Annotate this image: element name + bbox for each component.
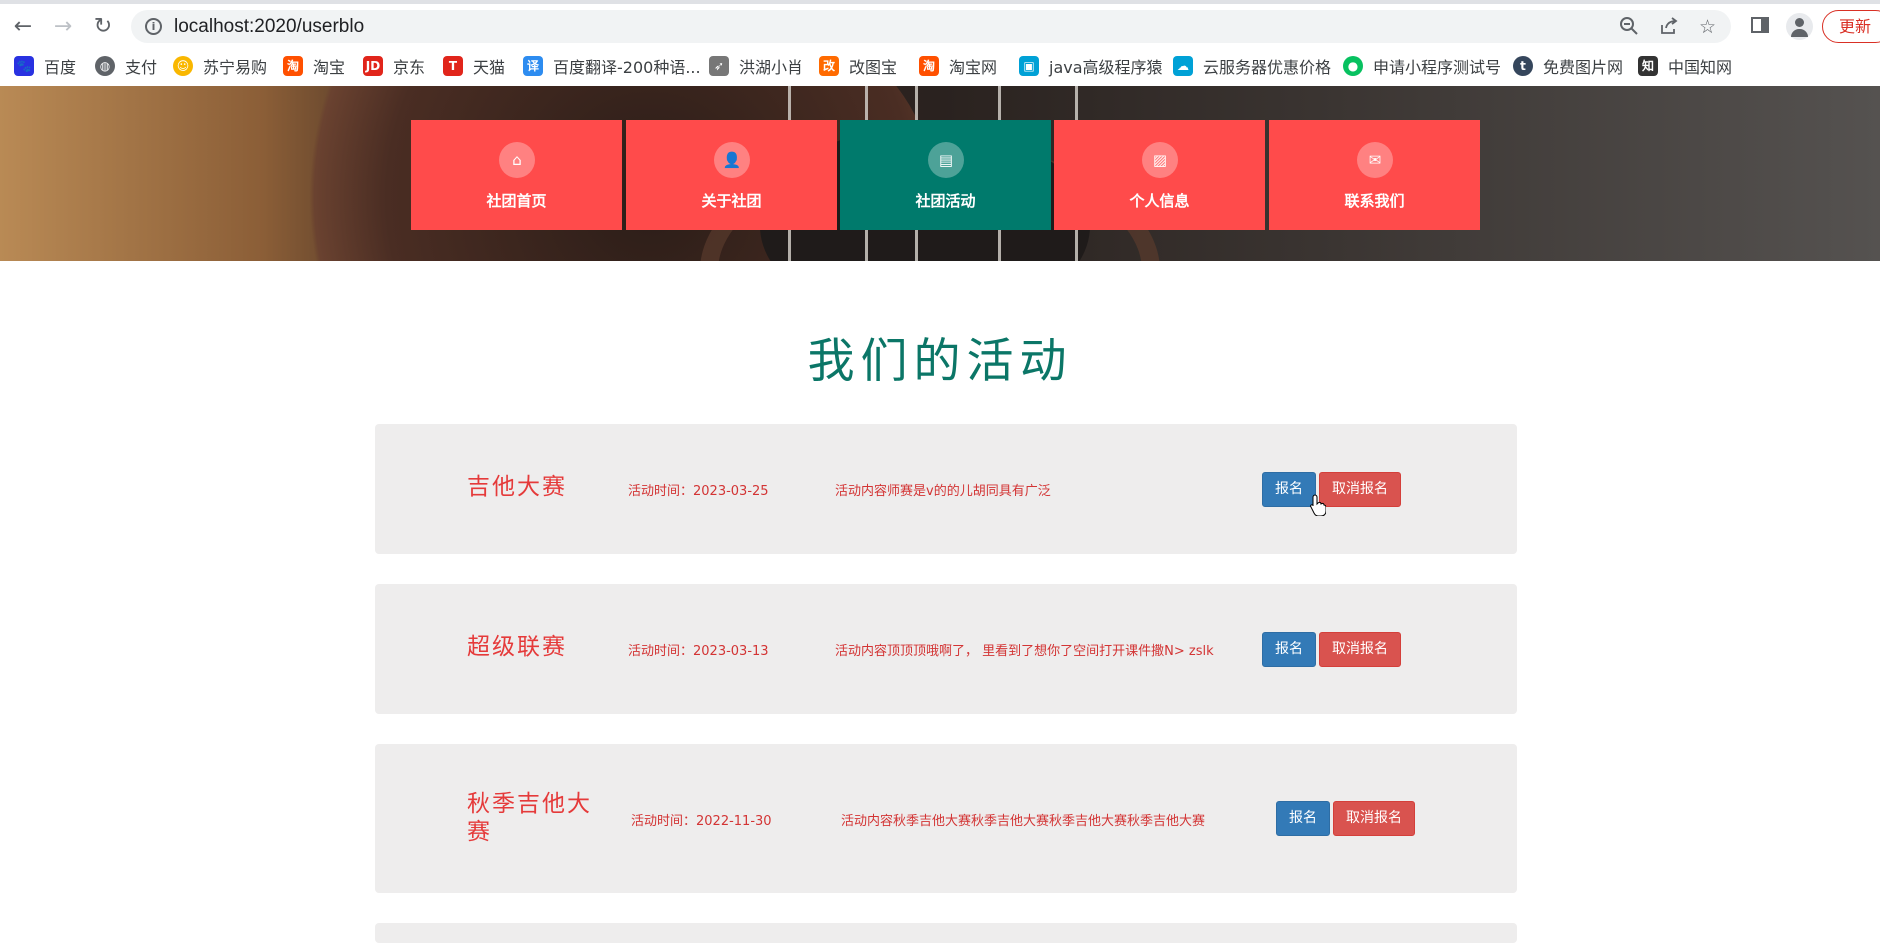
gaitubao-icon: 改: [819, 56, 839, 76]
activity-name: 秋季吉他大赛: [467, 791, 592, 845]
bookmark-item[interactable]: ☺ 苏宁易购: [173, 54, 267, 78]
taobao-icon: 淘: [919, 56, 939, 76]
envelope-icon: ✉: [1357, 142, 1393, 178]
nav-tile-home[interactable]: ⌂ 社团首页: [411, 120, 622, 230]
activity-content: 活动内容顶顶顶哦啊了， 里看到了想你了空间打开课件撒N> zslk: [835, 644, 1214, 659]
address-bar[interactable]: i localhost:2020/userblo ☆: [131, 10, 1731, 43]
suning-icon: ☺: [173, 56, 193, 76]
rocket-icon: ➶: [709, 56, 729, 76]
cloud-icon: ☁: [1173, 56, 1193, 76]
bookmark-item[interactable]: 知中国知网: [1638, 54, 1732, 78]
signup-button[interactable]: 报名: [1262, 472, 1316, 507]
bookmark-item[interactable]: 译百度翻译-200种语...: [523, 54, 701, 78]
activity-time: 活动时间：2022-11-30: [631, 814, 772, 829]
cancel-signup-button[interactable]: 取消报名: [1319, 632, 1401, 667]
activity-time: 活动时间：2023-03-13: [628, 644, 769, 659]
tumblr-icon: t: [1513, 56, 1533, 76]
bookmark-star-icon[interactable]: ☆: [1699, 16, 1716, 38]
nav-tile-profile[interactable]: ▨ 个人信息: [1054, 120, 1265, 230]
page-title: 我们的活动: [807, 334, 1073, 389]
url-text[interactable]: localhost:2020/userblo: [174, 16, 364, 38]
signup-button[interactable]: 报名: [1262, 632, 1316, 667]
tmall-icon: T: [443, 56, 463, 76]
activity-name: 吉他大赛: [467, 474, 567, 500]
cnki-icon: 知: [1638, 56, 1658, 76]
cancel-signup-button[interactable]: 取消报名: [1319, 472, 1401, 507]
browser-toolbar: ← → ↻ i localhost:2020/userblo ☆ 更新: [0, 0, 1880, 46]
picture-icon: ▨: [1142, 142, 1178, 178]
activity-card: 秋季吉他大赛 活动时间：2022-11-30 活动内容秋季吉他大赛秋季吉他大赛秋…: [375, 744, 1517, 893]
nav-tile-about[interactable]: 👤 关于社团: [626, 120, 837, 230]
bilibili-icon: ▣: [1019, 56, 1039, 76]
activity-card: 超级联赛 活动时间：2023-03-13 活动内容顶顶顶哦啊了， 里看到了想你了…: [375, 584, 1517, 714]
forward-arrow-icon[interactable]: →: [48, 12, 78, 42]
bookmark-item[interactable]: JD 京东: [363, 54, 425, 78]
bookmark-item[interactable]: 🐾 百度: [14, 54, 76, 78]
wechat-icon: ●: [1343, 56, 1363, 76]
back-arrow-icon[interactable]: ←: [8, 12, 38, 42]
bookmark-item[interactable]: ● 申请小程序测试号: [1343, 54, 1501, 78]
activity-card: [375, 923, 1517, 943]
list-icon: ▤: [928, 142, 964, 178]
bookmark-item[interactable]: ◍ 支付: [95, 54, 157, 78]
nav-tile-contact[interactable]: ✉ 联系我们: [1269, 120, 1480, 230]
jd-icon: JD: [363, 56, 383, 76]
bookmark-item[interactable]: ☁ 云服务器优惠价格: [1173, 54, 1331, 78]
signup-button[interactable]: 报名: [1276, 801, 1330, 836]
reload-icon[interactable]: ↻: [88, 12, 118, 42]
home-icon: ⌂: [499, 142, 535, 178]
bookmark-item[interactable]: 改改图宝: [819, 54, 897, 78]
user-icon: 👤: [714, 142, 750, 178]
nav-tile-activities[interactable]: ▤ 社团活动: [840, 120, 1051, 230]
profile-avatar-icon[interactable]: [1786, 13, 1813, 40]
taobao-icon: 淘: [283, 56, 303, 76]
zoom-icon[interactable]: [1619, 16, 1639, 41]
globe-icon: ◍: [95, 56, 115, 76]
bookmark-item[interactable]: 淘淘宝: [283, 54, 345, 78]
bookmark-item[interactable]: ▣ java高级程序猿: [1019, 54, 1163, 78]
bookmark-item[interactable]: 淘淘宝网: [919, 54, 997, 78]
activity-time: 活动时间：2023-03-25: [628, 484, 769, 499]
activity-card: 吉他大赛 活动时间：2023-03-25 活动内容师赛是v的的儿胡同具有广泛 报…: [375, 424, 1517, 554]
side-panel-icon[interactable]: [1750, 15, 1770, 40]
hand-cursor-icon: [1310, 494, 1326, 516]
bookmarks-bar: 🐾 百度 ◍ 支付 ☺ 苏宁易购 淘淘宝 JD 京东 T 天猫 译百度翻译-200种语..…: [0, 46, 1880, 86]
translate-icon: 译: [523, 56, 543, 76]
cancel-signup-button[interactable]: 取消报名: [1333, 801, 1415, 836]
bookmark-item[interactable]: t 免费图片网: [1513, 54, 1623, 78]
activity-name: 超级联赛: [467, 634, 567, 660]
bookmark-item[interactable]: ➶ 洪湖小肖: [709, 54, 803, 78]
site-info-icon[interactable]: i: [145, 18, 162, 35]
activity-content: 活动内容秋季吉他大赛秋季吉他大赛秋季吉他大赛秋季吉他大赛: [841, 814, 1206, 829]
update-button[interactable]: 更新: [1822, 10, 1880, 43]
bookmark-item[interactable]: T 天猫: [443, 54, 505, 78]
activity-content: 活动内容师赛是v的的儿胡同具有广泛: [835, 484, 1051, 499]
baidu-icon: 🐾: [14, 56, 34, 76]
share-icon[interactable]: [1659, 16, 1679, 41]
